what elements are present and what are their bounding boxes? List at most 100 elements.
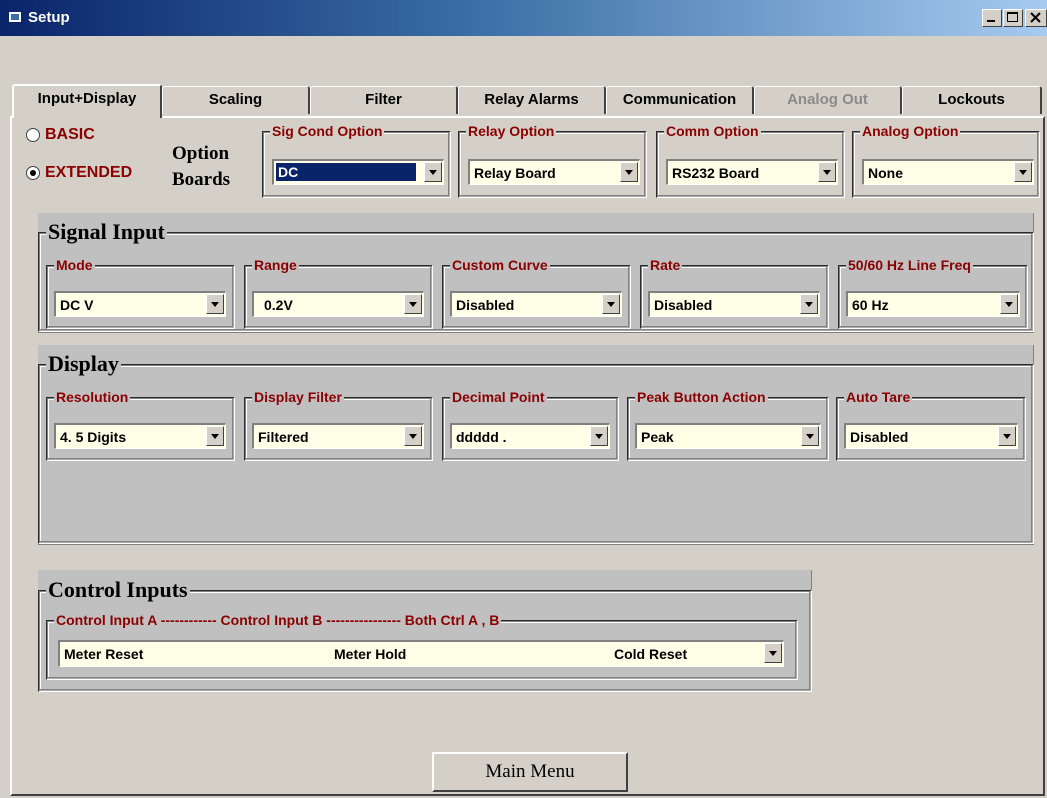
peak-button-group: Peak Button Action Peak xyxy=(627,389,829,461)
display-filter-legend: Display Filter xyxy=(252,389,344,405)
option-boards-label-line1: Option xyxy=(172,143,230,164)
comm-option-group: Comm Option RS232 Board xyxy=(656,123,845,198)
chevron-down-icon[interactable] xyxy=(424,162,442,182)
auto-tare-group: Auto Tare Disabled xyxy=(836,389,1026,461)
tab-input-display[interactable]: Input+Display xyxy=(12,84,162,118)
comm-option-value: RS232 Board xyxy=(672,165,760,181)
close-button[interactable] xyxy=(1025,9,1047,27)
radio-extended-label: EXTENDED xyxy=(45,164,133,181)
decimal-point-legend: Decimal Point xyxy=(450,389,547,405)
radio-basic-dot[interactable] xyxy=(26,128,40,142)
rate-value: Disabled xyxy=(654,297,713,313)
tab-scaling[interactable]: Scaling xyxy=(162,86,310,114)
main-menu-button[interactable]: Main Menu xyxy=(432,752,628,792)
comm-option-legend: Comm Option xyxy=(664,123,761,139)
signal-input-title: Signal Input xyxy=(46,219,167,245)
control-inputs-group: Control Input A ------------ Control Inp… xyxy=(46,612,798,680)
radio-basic-label: BASIC xyxy=(45,126,95,143)
resolution-group: Resolution 4. 5 Digits xyxy=(46,389,235,461)
window-title: Setup xyxy=(28,9,70,26)
range-value: 0.2V xyxy=(264,297,293,313)
chevron-down-icon[interactable] xyxy=(206,426,224,446)
control-input-a-value: Meter Reset xyxy=(64,646,144,662)
sig-cond-option-select[interactable]: DC xyxy=(272,159,444,185)
comm-option-select[interactable]: RS232 Board xyxy=(666,159,838,185)
tab-relay-alarms[interactable]: Relay Alarms xyxy=(458,86,606,114)
maximize-icon xyxy=(1007,12,1018,22)
display-filter-group: Display Filter Filtered xyxy=(244,389,433,461)
analog-option-group: Analog Option None xyxy=(852,123,1040,198)
sig-cond-option-group: Sig Cond Option DC xyxy=(262,123,451,198)
setup-window: Setup Input+Display Scaling Filter Relay… xyxy=(0,0,1047,798)
range-group: Range 0.2V xyxy=(244,257,433,329)
line-freq-legend: 50/60 Hz Line Freq xyxy=(846,257,973,273)
display-title: Display xyxy=(46,351,121,377)
chevron-down-icon[interactable] xyxy=(404,426,422,446)
radio-extended-dot[interactable] xyxy=(26,166,40,180)
chevron-down-icon[interactable] xyxy=(404,294,422,314)
maximize-button[interactable] xyxy=(1003,9,1023,27)
analog-option-legend: Analog Option xyxy=(860,123,961,139)
rate-select[interactable]: Disabled xyxy=(648,291,820,317)
rate-legend: Rate xyxy=(648,257,683,273)
auto-tare-value: Disabled xyxy=(850,429,909,445)
both-ctrl-value: Cold Reset xyxy=(614,646,688,662)
radio-extended[interactable]: EXTENDED xyxy=(26,164,132,182)
mode-select[interactable]: DC V xyxy=(54,291,226,317)
chevron-down-icon[interactable] xyxy=(818,162,836,182)
close-icon xyxy=(1030,12,1041,23)
chevron-down-icon[interactable] xyxy=(998,426,1016,446)
chevron-down-icon[interactable] xyxy=(590,426,608,446)
rate-group: Rate Disabled xyxy=(640,257,829,329)
auto-tare-select[interactable]: Disabled xyxy=(844,423,1018,449)
custom-curve-select[interactable]: Disabled xyxy=(450,291,622,317)
auto-tare-legend: Auto Tare xyxy=(844,389,913,405)
decimal-point-value: ddddd . xyxy=(456,429,507,445)
line-freq-group: 50/60 Hz Line Freq 60 Hz xyxy=(838,257,1028,329)
display-filter-select[interactable]: Filtered xyxy=(252,423,424,449)
custom-curve-legend: Custom Curve xyxy=(450,257,550,273)
chevron-down-icon[interactable] xyxy=(206,294,224,314)
tab-analog-out[interactable]: Analog Out xyxy=(754,86,902,114)
line-freq-value: 60 Hz xyxy=(852,297,889,313)
relay-option-value: Relay Board xyxy=(474,165,556,181)
minimize-button[interactable] xyxy=(982,9,1002,27)
control-inputs-legend: Control Input A ------------ Control Inp… xyxy=(54,612,502,628)
chevron-down-icon[interactable] xyxy=(1014,162,1032,182)
tab-lockouts[interactable]: Lockouts xyxy=(902,86,1042,114)
chevron-down-icon[interactable] xyxy=(764,643,782,663)
control-input-b-value: Meter Hold xyxy=(334,646,407,662)
resolution-legend: Resolution xyxy=(54,389,131,405)
relay-option-select[interactable]: Relay Board xyxy=(468,159,640,185)
chevron-down-icon[interactable] xyxy=(1000,294,1018,314)
chevron-down-icon[interactable] xyxy=(800,294,818,314)
sig-cond-option-legend: Sig Cond Option xyxy=(270,123,385,139)
custom-curve-group: Custom Curve Disabled xyxy=(442,257,631,329)
decimal-point-group: Decimal Point ddddd . xyxy=(442,389,619,461)
sig-cond-option-value: DC xyxy=(276,163,416,181)
analog-option-select[interactable]: None xyxy=(862,159,1034,185)
chevron-down-icon[interactable] xyxy=(620,162,638,182)
title-bar[interactable]: Setup xyxy=(0,0,1047,36)
radio-basic[interactable]: BASIC xyxy=(26,126,95,144)
minimize-icon xyxy=(987,20,995,22)
option-boards-label-line2: Boards xyxy=(172,169,231,190)
tab-filter[interactable]: Filter xyxy=(310,86,458,114)
chevron-down-icon[interactable] xyxy=(801,426,819,446)
relay-option-group: Relay Option Relay Board xyxy=(458,123,647,198)
app-icon xyxy=(8,11,22,23)
peak-button-value: Peak xyxy=(641,429,674,445)
decimal-point-select[interactable]: ddddd . xyxy=(450,423,610,449)
display-filter-value: Filtered xyxy=(258,429,309,445)
line-freq-select[interactable]: 60 Hz xyxy=(846,291,1020,317)
resolution-select[interactable]: 4. 5 Digits xyxy=(54,423,226,449)
mode-value: DC V xyxy=(60,297,94,313)
custom-curve-value: Disabled xyxy=(456,297,515,313)
range-select[interactable]: 0.2V xyxy=(252,291,424,317)
peak-button-legend: Peak Button Action xyxy=(635,389,768,405)
analog-option-value: None xyxy=(868,165,903,181)
control-inputs-select[interactable]: Meter Reset Meter Hold Cold Reset xyxy=(58,640,784,667)
peak-button-select[interactable]: Peak xyxy=(635,423,821,449)
chevron-down-icon[interactable] xyxy=(602,294,620,314)
tab-communication[interactable]: Communication xyxy=(606,86,754,114)
